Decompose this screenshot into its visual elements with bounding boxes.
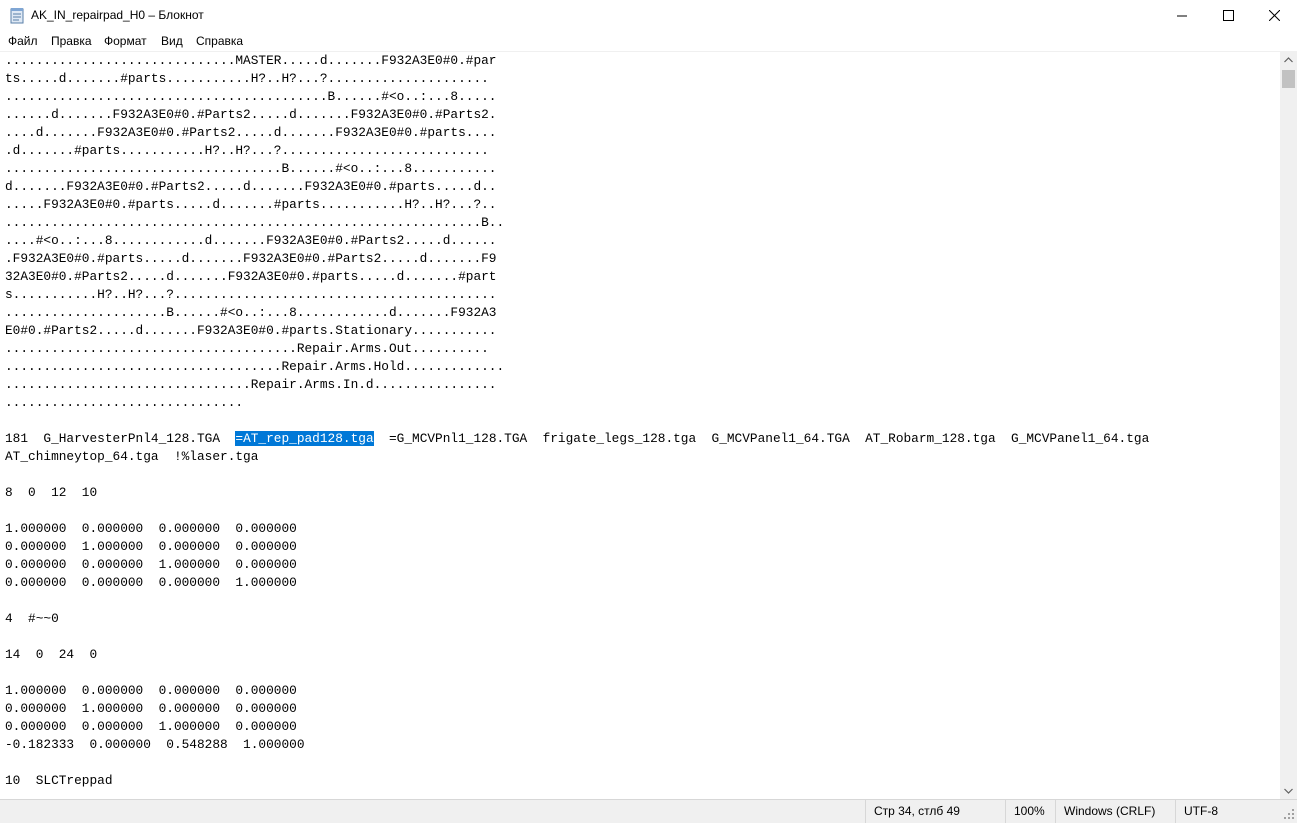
- menu-file[interactable]: Файл: [6, 34, 40, 48]
- texture-list-text: =G_MCVPnl1_128.TGA frigate_legs_128.tga …: [373, 431, 1150, 446]
- minimize-icon: [1176, 15, 1187, 17]
- text-line: 14 0 24 0: [5, 647, 98, 662]
- scroll-up-button[interactable]: [1280, 51, 1297, 68]
- text-line: 4 #~~0: [5, 611, 59, 626]
- text-line: ....................................B...…: [5, 161, 497, 176]
- text-line: 0.000000 0.000000 1.000000 0.000000: [5, 557, 297, 572]
- encoding: UTF-8: [1175, 800, 1280, 823]
- text-line: 0.000000 0.000000 0.000000 1.000000: [5, 575, 297, 590]
- chevron-up-icon: [1284, 56, 1293, 62]
- text-line: ......................................Re…: [5, 341, 489, 356]
- notepad-icon: [10, 8, 24, 24]
- text-line: -0.182333 0.000000 0.548288 1.000000: [5, 737, 305, 752]
- text-line: 0.000000 1.000000 0.000000 0.000000: [5, 701, 297, 716]
- text-line: .F932A3E0#0.#parts.....d.......F932A3E0#…: [5, 251, 497, 266]
- text-line: s...........H?..H?...?..................…: [5, 287, 497, 302]
- texture-list-line: 181 G_HarvesterPnl4_128.TGA =AT_rep_pad1…: [5, 430, 1149, 448]
- text-line: ....................................Repa…: [5, 359, 505, 374]
- text-line: AT_chimneytop_64.tga !%laser.tga: [5, 449, 259, 464]
- chevron-down-icon: [1284, 788, 1293, 794]
- status-bar: Стр 34, стлб 49 100% Windows (CRLF) UTF-…: [0, 799, 1297, 823]
- text-line: ts.....d.......#parts...........H?..H?..…: [5, 71, 489, 86]
- scroll-down-button[interactable]: [1280, 782, 1297, 799]
- menu-help[interactable]: Справка: [194, 34, 245, 48]
- text-line: ................................Repair.A…: [5, 377, 497, 392]
- text-line: 1.000000 0.000000 0.000000 0.000000: [5, 521, 297, 536]
- text-line: .....................B......#<o..:...8..…: [5, 305, 497, 320]
- scroll-thumb[interactable]: [1282, 70, 1295, 88]
- title-bar: AK_IN_repairpad_H0 – Блокнот: [0, 0, 1297, 31]
- text-line: .d.......#parts...........H?..H?...?....…: [5, 143, 489, 158]
- text-line: ......d.......F932A3E0#0.#Parts2.....d..…: [5, 107, 497, 122]
- menu-bar: Файл Правка Формат Вид Справка: [0, 31, 1297, 51]
- menu-edit[interactable]: Правка: [49, 34, 94, 48]
- text-editor[interactable]: ..............................MASTER....…: [0, 51, 1280, 800]
- zoom-level: 100%: [1005, 800, 1055, 823]
- text-line: E0#0.#Parts2.....d.......F932A3E0#0.#par…: [5, 323, 497, 338]
- text-line: 0.000000 0.000000 1.000000 0.000000: [5, 719, 297, 734]
- window-title: AK_IN_repairpad_H0 – Блокнот: [31, 8, 204, 22]
- cursor-position: Стр 34, стлб 49: [865, 800, 1005, 823]
- text-line: 32A3E0#0.#Parts2.....d.......F932A3E0#0.…: [5, 269, 497, 284]
- vertical-scrollbar[interactable]: [1280, 51, 1297, 799]
- text-line: 0.000000 1.000000 0.000000 0.000000: [5, 539, 297, 554]
- text-line: 10 SLCTreppad: [5, 773, 113, 788]
- close-icon: [1268, 10, 1280, 21]
- texture-list-text: 181 G_HarvesterPnl4_128.TGA: [5, 431, 236, 446]
- selected-text: =AT_rep_pad128.tga: [235, 431, 374, 446]
- text-line: 1.000000 0.000000 0.000000 0.000000: [5, 683, 297, 698]
- text-line: ....#<o..:...8............d.......F932A3…: [5, 233, 497, 248]
- maximize-icon: [1222, 10, 1234, 21]
- text-line: ...............................: [5, 395, 244, 410]
- menu-view[interactable]: Вид: [159, 34, 185, 48]
- text-line: .....F932A3E0#0.#parts.....d.......#part…: [5, 197, 497, 212]
- text-line: 8 0 12 10: [5, 485, 98, 500]
- line-ending: Windows (CRLF): [1055, 800, 1175, 823]
- close-button[interactable]: [1251, 0, 1297, 31]
- text-line: d.......F932A3E0#0.#Parts2.....d.......F…: [5, 179, 497, 194]
- text-line: ....d.......F932A3E0#0.#Parts2.....d....…: [5, 125, 497, 140]
- menu-format[interactable]: Формат: [102, 34, 149, 48]
- text-line: ........................................…: [5, 215, 505, 230]
- maximize-button[interactable]: [1205, 0, 1251, 31]
- resize-grip-icon[interactable]: [1283, 808, 1295, 820]
- text-line: ..............................MASTER....…: [5, 53, 497, 68]
- minimize-button[interactable]: [1159, 0, 1205, 31]
- text-line: ........................................…: [5, 89, 497, 104]
